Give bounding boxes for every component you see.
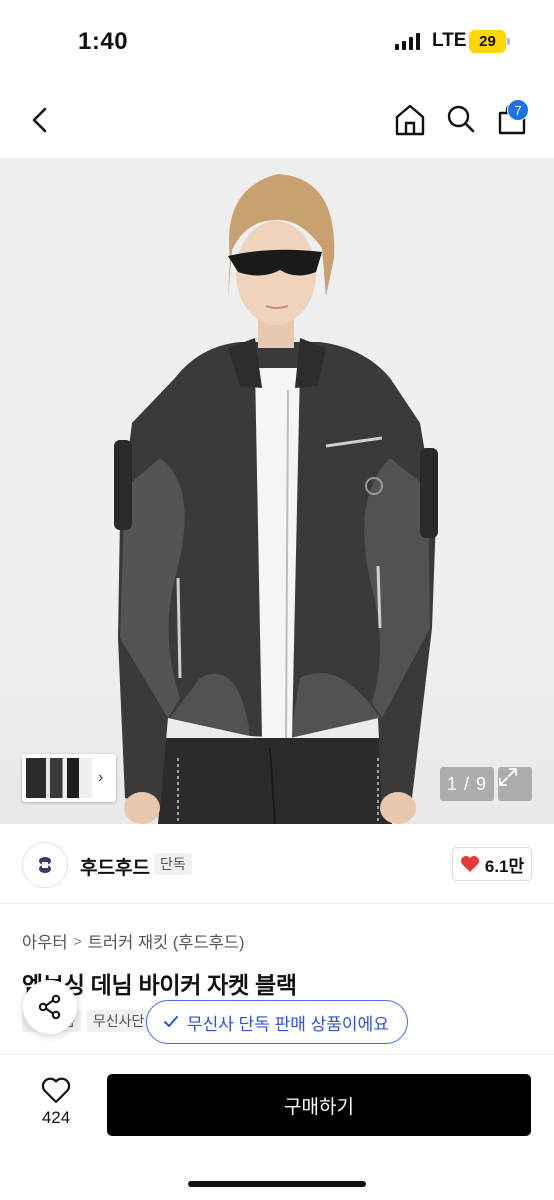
network-label: LTE (432, 30, 467, 51)
thumbnail-image[interactable] (26, 758, 92, 798)
heart-outline-icon (41, 1077, 71, 1104)
expand-icon (499, 768, 517, 786)
status-bar: 1:40 LTE 29 (0, 0, 554, 84)
brand-logo[interactable] (22, 842, 68, 888)
thumbnail-strip[interactable]: › (22, 754, 116, 802)
brand-logo-icon (39, 857, 51, 873)
cart-count-badge: 7 (507, 99, 529, 121)
search-button[interactable] (443, 101, 479, 137)
product-tag: 무신사단 (86, 1010, 151, 1032)
search-icon (447, 105, 475, 133)
breadcrumb-separator: > (73, 933, 82, 949)
toast-text: 무신사 단독 판매 상품이에요 (187, 1014, 389, 1034)
buy-button[interactable]: 구매하기 (107, 1074, 531, 1136)
chevron-left-icon (32, 107, 47, 133)
wishlist-count: 424 (41, 1108, 71, 1127)
exclusive-tag: 단독 (154, 853, 192, 875)
check-icon (164, 1016, 178, 1027)
image-counter: 1 / 9 (440, 767, 494, 801)
status-time: 1:40 (78, 28, 129, 55)
back-button[interactable] (22, 102, 58, 138)
home-icon (395, 104, 425, 136)
like-button[interactable]: 6.1만 (452, 847, 532, 881)
chevron-right-icon[interactable]: › (98, 769, 103, 787)
battery-icon: 29 (469, 30, 510, 53)
home-indicator (188, 1181, 366, 1187)
expand-button[interactable] (498, 767, 532, 801)
bottom-action-bar: 424 구매하기 (0, 1054, 554, 1200)
home-button[interactable] (392, 101, 428, 139)
battery-level: 29 (469, 30, 506, 53)
wishlist-button[interactable]: 424 (30, 1077, 82, 1133)
heart-filled-icon (460, 856, 479, 872)
share-button[interactable] (23, 980, 77, 1034)
breadcrumb: 아우터 > 트러커 재킷 (후드후드) (22, 929, 245, 953)
product-image-gallery[interactable]: › 1 / 9 (0, 158, 554, 824)
breadcrumb-category[interactable]: 아우터 (22, 929, 68, 953)
brand-name[interactable]: 후드후드 (80, 853, 150, 880)
product-photo (114, 174, 438, 824)
like-count: 6.1만 (484, 856, 525, 876)
signal-icon (395, 33, 420, 50)
share-icon (38, 994, 61, 1020)
breadcrumb-subcategory[interactable]: 트러커 재킷 (후드후드) (88, 929, 245, 953)
brand-row: 후드후드 단독 6.1만 (0, 824, 554, 904)
exclusive-toast: 무신사 단독 판매 상품이에요 (146, 1000, 408, 1044)
top-nav (0, 84, 554, 158)
